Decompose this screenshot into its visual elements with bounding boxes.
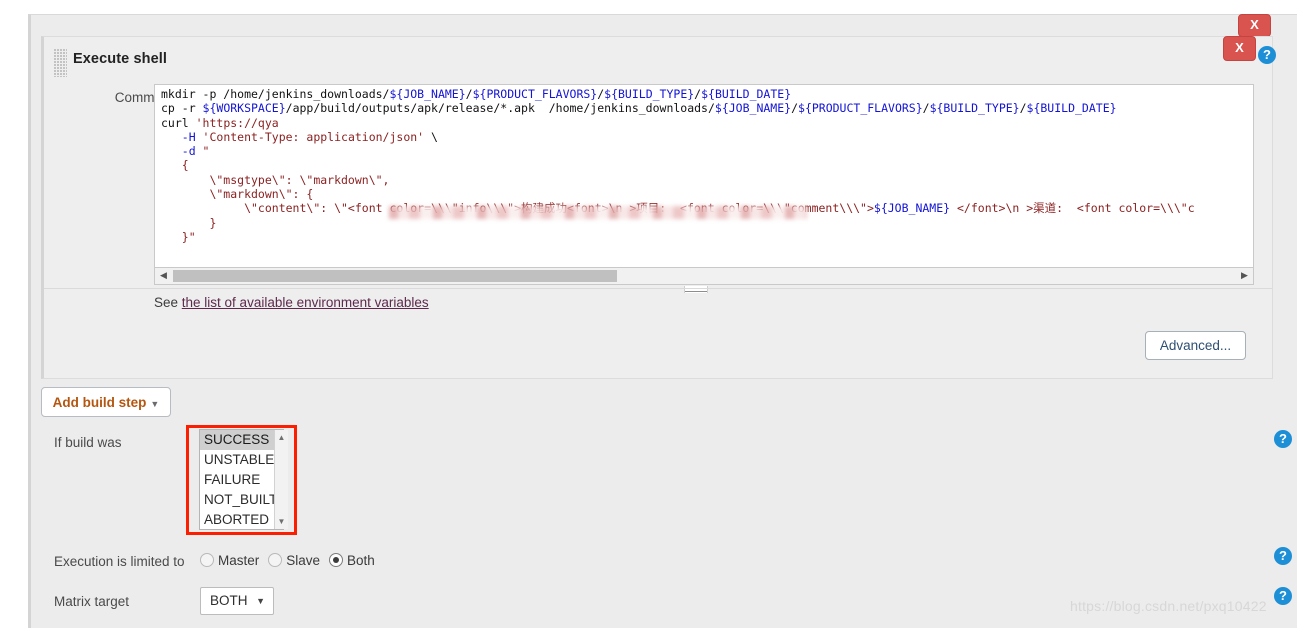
status-option[interactable]: NOT_BUILT: [200, 490, 283, 510]
help-icon-if-build-was[interactable]: ?: [1274, 430, 1292, 448]
execution-radio-slave[interactable]: Slave: [268, 553, 320, 568]
env-hint-prefix: See: [154, 295, 182, 310]
scroll-left-icon[interactable]: ◀: [156, 268, 171, 283]
matrix-target-value: BOTH: [210, 593, 248, 608]
page-root: X Execute shell Command mkdir -p /home/j…: [0, 0, 1297, 628]
help-icon-execute-shell[interactable]: ?: [1258, 46, 1276, 64]
scroll-right-icon[interactable]: ▶: [1237, 268, 1252, 283]
panel-divider: [44, 288, 1272, 289]
status-option[interactable]: ABORTED: [200, 510, 283, 529]
command-line: curl 'https://qya: [161, 115, 279, 130]
matrix-target-select[interactable]: BOTH ▼: [200, 587, 274, 615]
command-line: \"msgtype\": \"markdown\",: [161, 172, 390, 187]
add-build-step-button[interactable]: Add build step ▼: [41, 387, 171, 417]
watermark-text: https://blog.csdn.net/pxq10422: [1070, 598, 1267, 614]
command-line: mkdir -p /home/jenkins_downloads/${JOB_N…: [161, 87, 792, 101]
status-option[interactable]: UNSTABLE: [200, 450, 283, 470]
chevron-down-icon: ▼: [256, 596, 265, 606]
command-horizontal-scrollbar[interactable]: ◀ ▶: [154, 268, 1254, 285]
environment-variables-hint: See the list of available environment va…: [154, 295, 429, 310]
redacted-url-overlay: [389, 206, 807, 219]
status-listbox-scrollbar[interactable]: ▲ ▼: [274, 430, 288, 529]
execution-radio-group[interactable]: Master Slave Both: [200, 552, 384, 568]
build-step-panel: Execute shell Command mkdir -p /home/jen…: [41, 36, 1273, 379]
radio-button-icon[interactable]: [200, 553, 214, 568]
command-textarea[interactable]: mkdir -p /home/jenkins_downloads/${JOB_N…: [154, 84, 1254, 268]
matrix-target-label: Matrix target: [54, 594, 130, 609]
execution-limited-label: Execution is limited to: [54, 554, 185, 569]
status-option[interactable]: FAILURE: [200, 470, 283, 490]
help-icon-execution-limited[interactable]: ?: [1274, 547, 1292, 565]
radio-button-icon[interactable]: [268, 553, 283, 568]
command-line: -H 'Content-Type: application/json' \: [161, 129, 438, 144]
scroll-thumb[interactable]: [173, 270, 617, 282]
add-build-step-label: Add build step: [52, 394, 147, 410]
radio-label: Master: [218, 553, 260, 569]
radio-label: Both: [347, 553, 375, 569]
execution-radio-master[interactable]: Master: [200, 553, 259, 568]
close-button-build-step[interactable]: X: [1223, 36, 1256, 61]
environment-variables-link[interactable]: the list of available environment variab…: [182, 295, 429, 310]
command-line: {: [161, 158, 189, 173]
advanced-button[interactable]: Advanced...: [1145, 331, 1246, 360]
scroll-down-icon[interactable]: ▼: [275, 515, 288, 528]
status-option[interactable]: SUCCESS: [200, 430, 283, 450]
chevron-down-icon: ▼: [150, 398, 160, 409]
command-line: cp -r ${WORKSPACE}/app/build/outputs/apk…: [161, 101, 1117, 116]
command-line: }": [161, 229, 196, 244]
help-icon-matrix-target[interactable]: ?: [1274, 587, 1292, 605]
drag-grip-icon[interactable]: [54, 49, 67, 77]
command-line: \"markdown\": {: [161, 187, 314, 202]
command-code: mkdir -p /home/jenkins_downloads/${JOB_N…: [161, 87, 1195, 244]
build-step-title: Execute shell: [73, 51, 167, 67]
build-status-listbox[interactable]: SUCCESS UNSTABLE FAILURE NOT_BUILT ABORTED: [199, 429, 284, 530]
scroll-up-icon[interactable]: ▲: [275, 431, 288, 444]
radio-label: Slave: [286, 553, 321, 569]
close-button-top[interactable]: X: [1238, 14, 1271, 37]
if-build-was-label: If build was: [54, 435, 122, 450]
execution-radio-both[interactable]: Both: [329, 553, 375, 568]
command-line: -d ": [161, 144, 210, 159]
radio-button-icon[interactable]: [329, 553, 344, 568]
